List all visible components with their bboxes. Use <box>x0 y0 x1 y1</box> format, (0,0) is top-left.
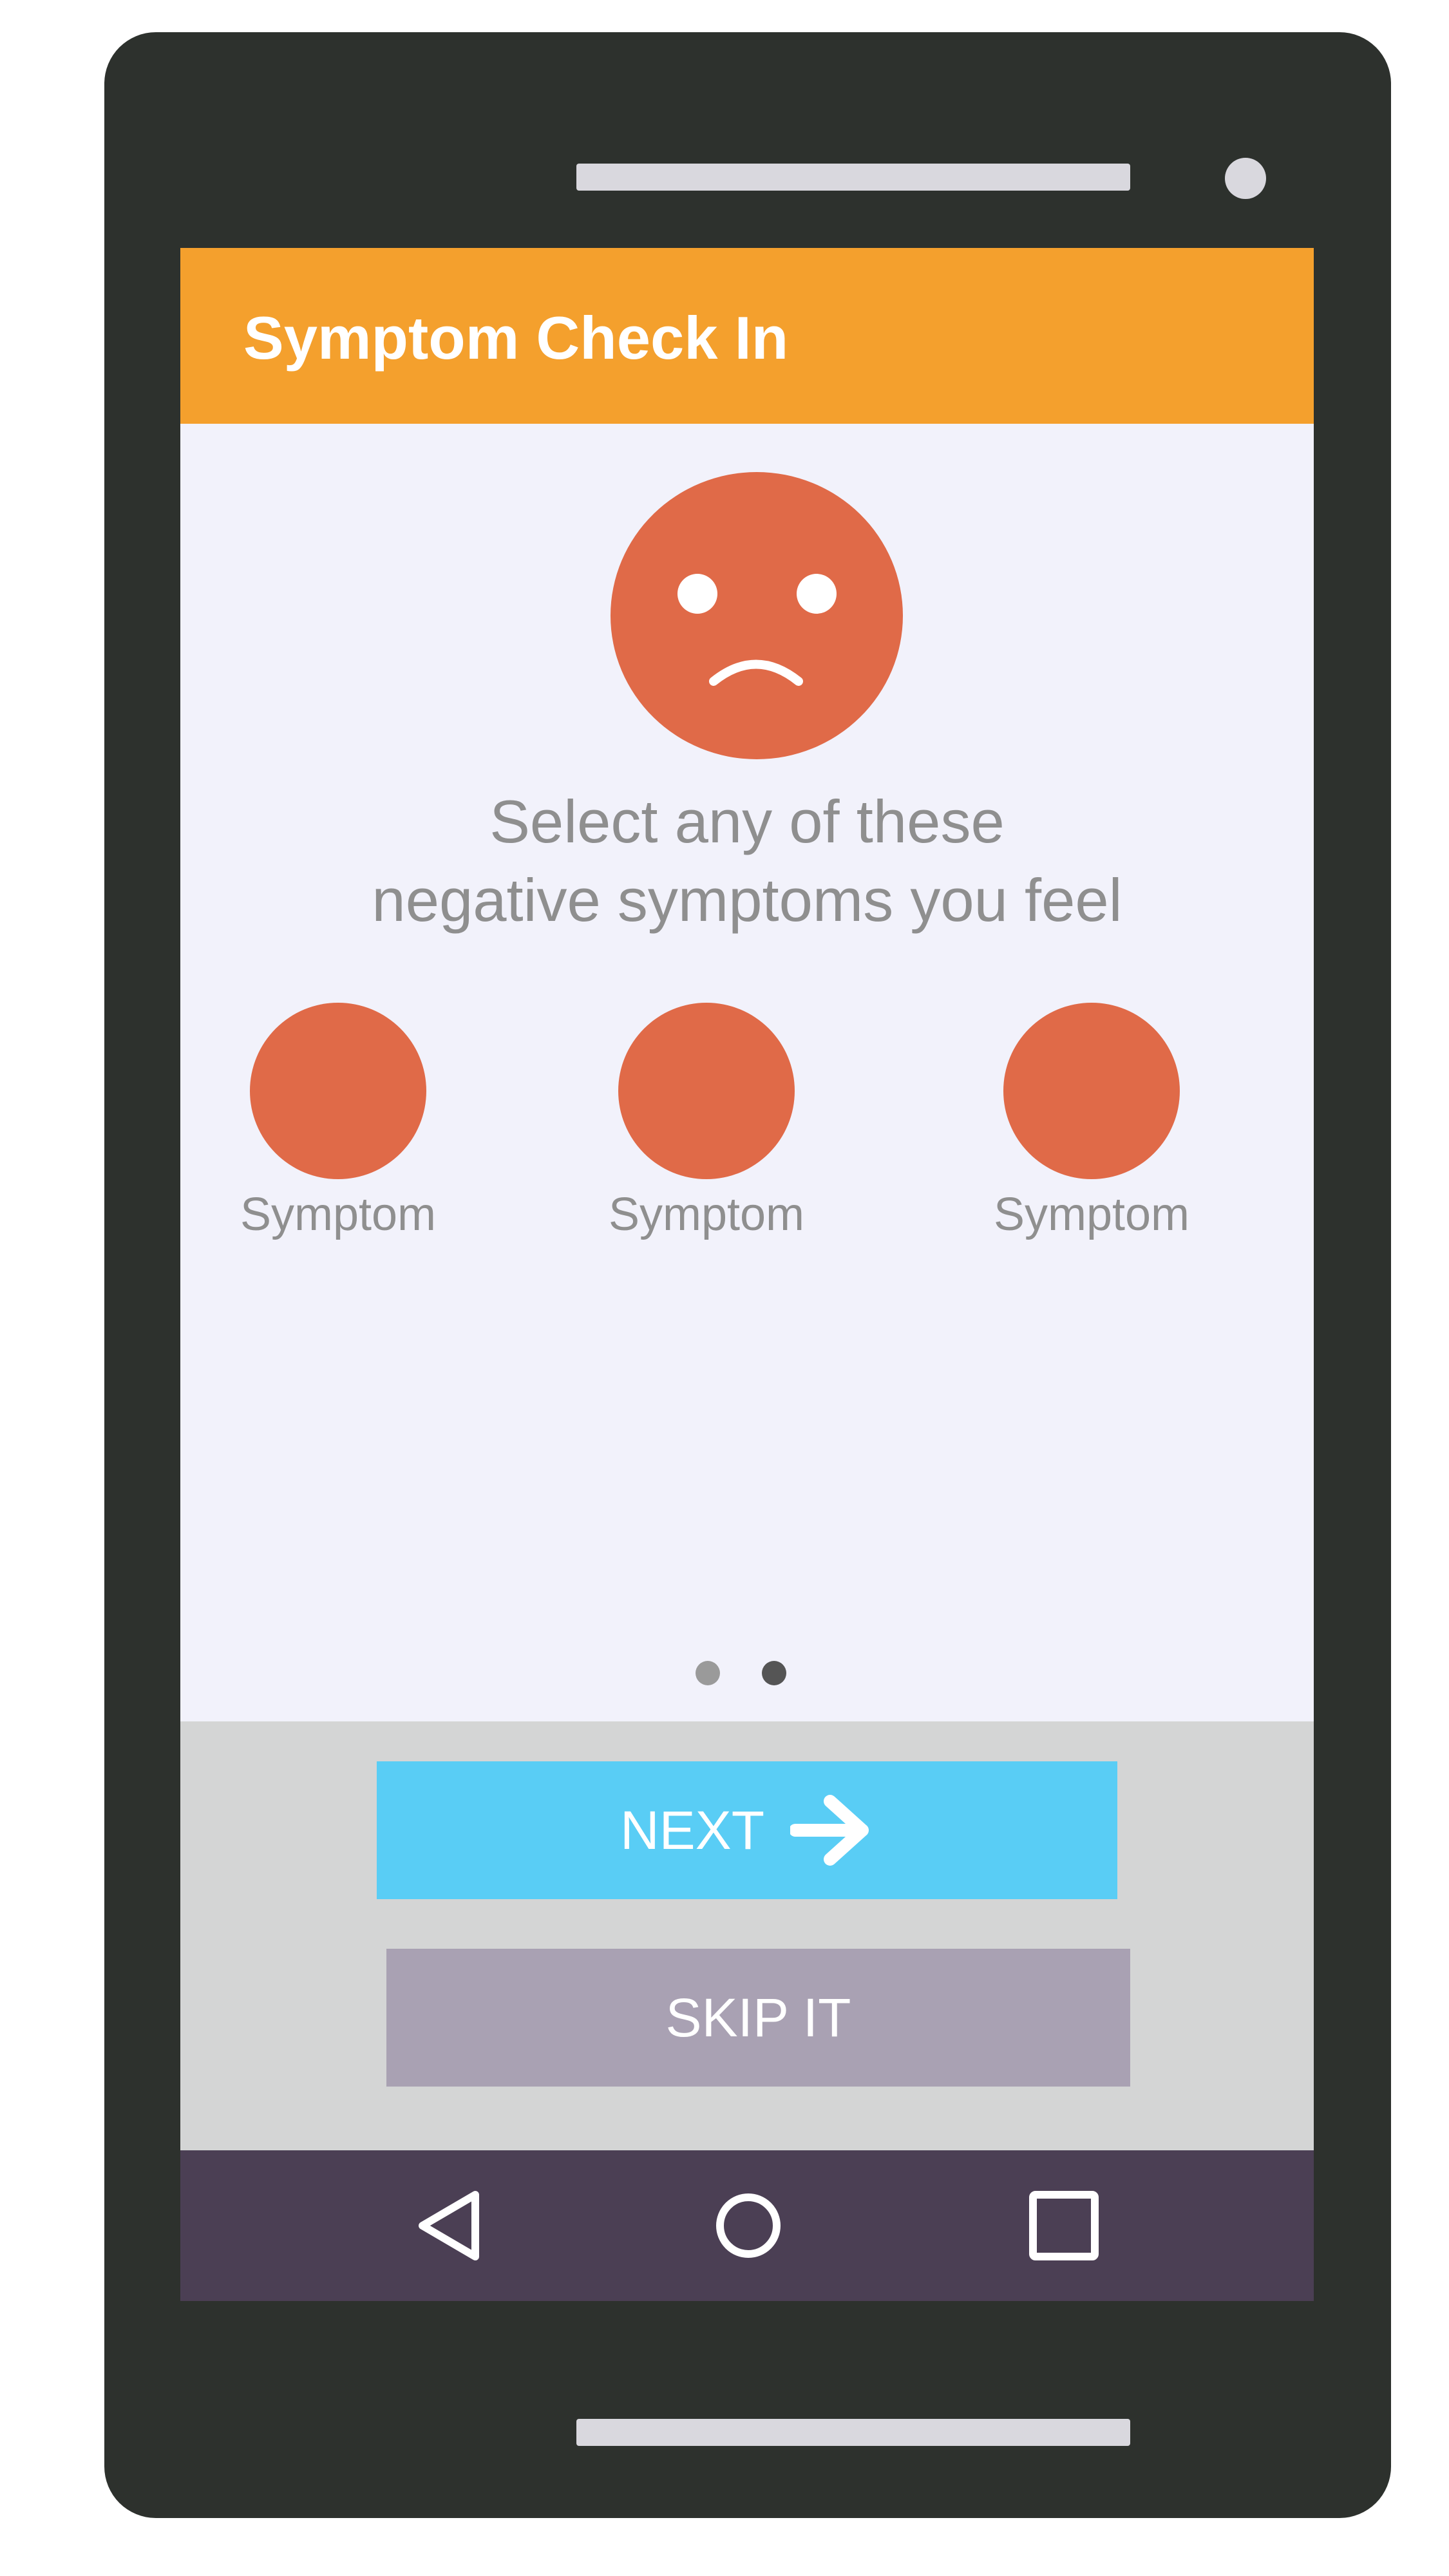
page-indicator-dot-2-active[interactable] <box>762 1661 786 1685</box>
skip-button-label: SKIP IT <box>665 1987 851 2048</box>
top-speaker <box>576 164 1130 191</box>
action-area: NEXT SKIP IT <box>180 1721 1314 2150</box>
app-title: Symptom Check In <box>243 304 789 372</box>
page-indicator-dot-1[interactable] <box>696 1661 720 1685</box>
symptom-label: Symptom <box>608 1189 805 1240</box>
symptom-label: Symptom <box>993 1189 1190 1240</box>
symptom-option-2[interactable]: Symptom <box>578 1003 835 1247</box>
skip-button[interactable]: SKIP IT <box>386 1949 1130 2087</box>
phone-screen: Symptom Check In Select any of these neg… <box>180 248 1314 2301</box>
bottom-speaker <box>576 2419 1130 2446</box>
symptom-prompt: Select any of these negative symptoms yo… <box>232 782 1262 940</box>
back-triangle-icon[interactable] <box>413 2187 491 2264</box>
prompt-line-2: negative symptoms you feel <box>372 866 1122 934</box>
recents-square-icon[interactable] <box>1025 2187 1103 2264</box>
symptom-option-1[interactable]: Symptom <box>209 1003 467 1247</box>
symptom-circle <box>250 1003 426 1179</box>
android-nav-bar <box>180 2150 1314 2301</box>
app-bar: Symptom Check In <box>180 248 1314 424</box>
symptom-circle <box>1003 1003 1180 1179</box>
arrow-right-icon <box>790 1795 869 1866</box>
next-button-label: NEXT <box>620 1799 765 1861</box>
symptom-label: Symptom <box>240 1189 437 1240</box>
next-button[interactable]: NEXT <box>377 1761 1117 1899</box>
prompt-line-1: Select any of these <box>489 788 1005 855</box>
symptom-circle <box>618 1003 795 1179</box>
home-circle-icon[interactable] <box>710 2187 787 2264</box>
sad-face-icon <box>611 472 903 759</box>
symptom-option-3[interactable]: Symptom <box>963 1003 1220 1247</box>
front-camera <box>1225 158 1266 199</box>
